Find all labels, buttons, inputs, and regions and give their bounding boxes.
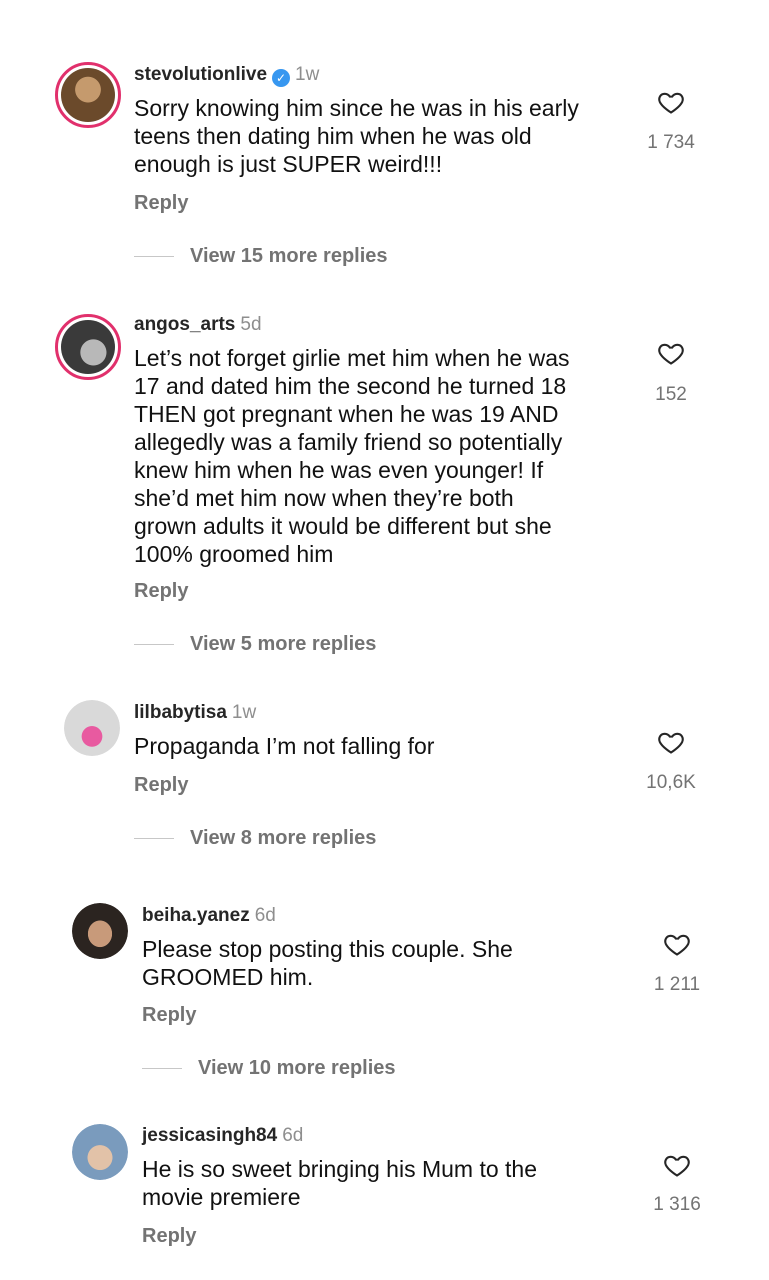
reply-button[interactable]: Reply: [142, 1225, 196, 1248]
avatar-image: [72, 1124, 128, 1180]
like-count[interactable]: 1 316: [632, 1194, 722, 1216]
username[interactable]: jessicasingh84: [142, 1125, 277, 1146]
comment-meta: jessicasingh84 6d: [142, 1124, 303, 1148]
comment-line: movie premiere: [142, 1184, 301, 1210]
timestamp: 6d: [282, 1125, 304, 1146]
comment: jessicasingh84 6d He is so sweet bringing…: [0, 0, 769, 1280]
heart-icon[interactable]: [662, 1151, 692, 1179]
comment-line: He is so sweet bringing his Mum to the: [142, 1156, 538, 1182]
comment-text: He is so sweet bringing his Mum to the m…: [142, 1155, 642, 1211]
avatar[interactable]: [72, 1124, 128, 1180]
